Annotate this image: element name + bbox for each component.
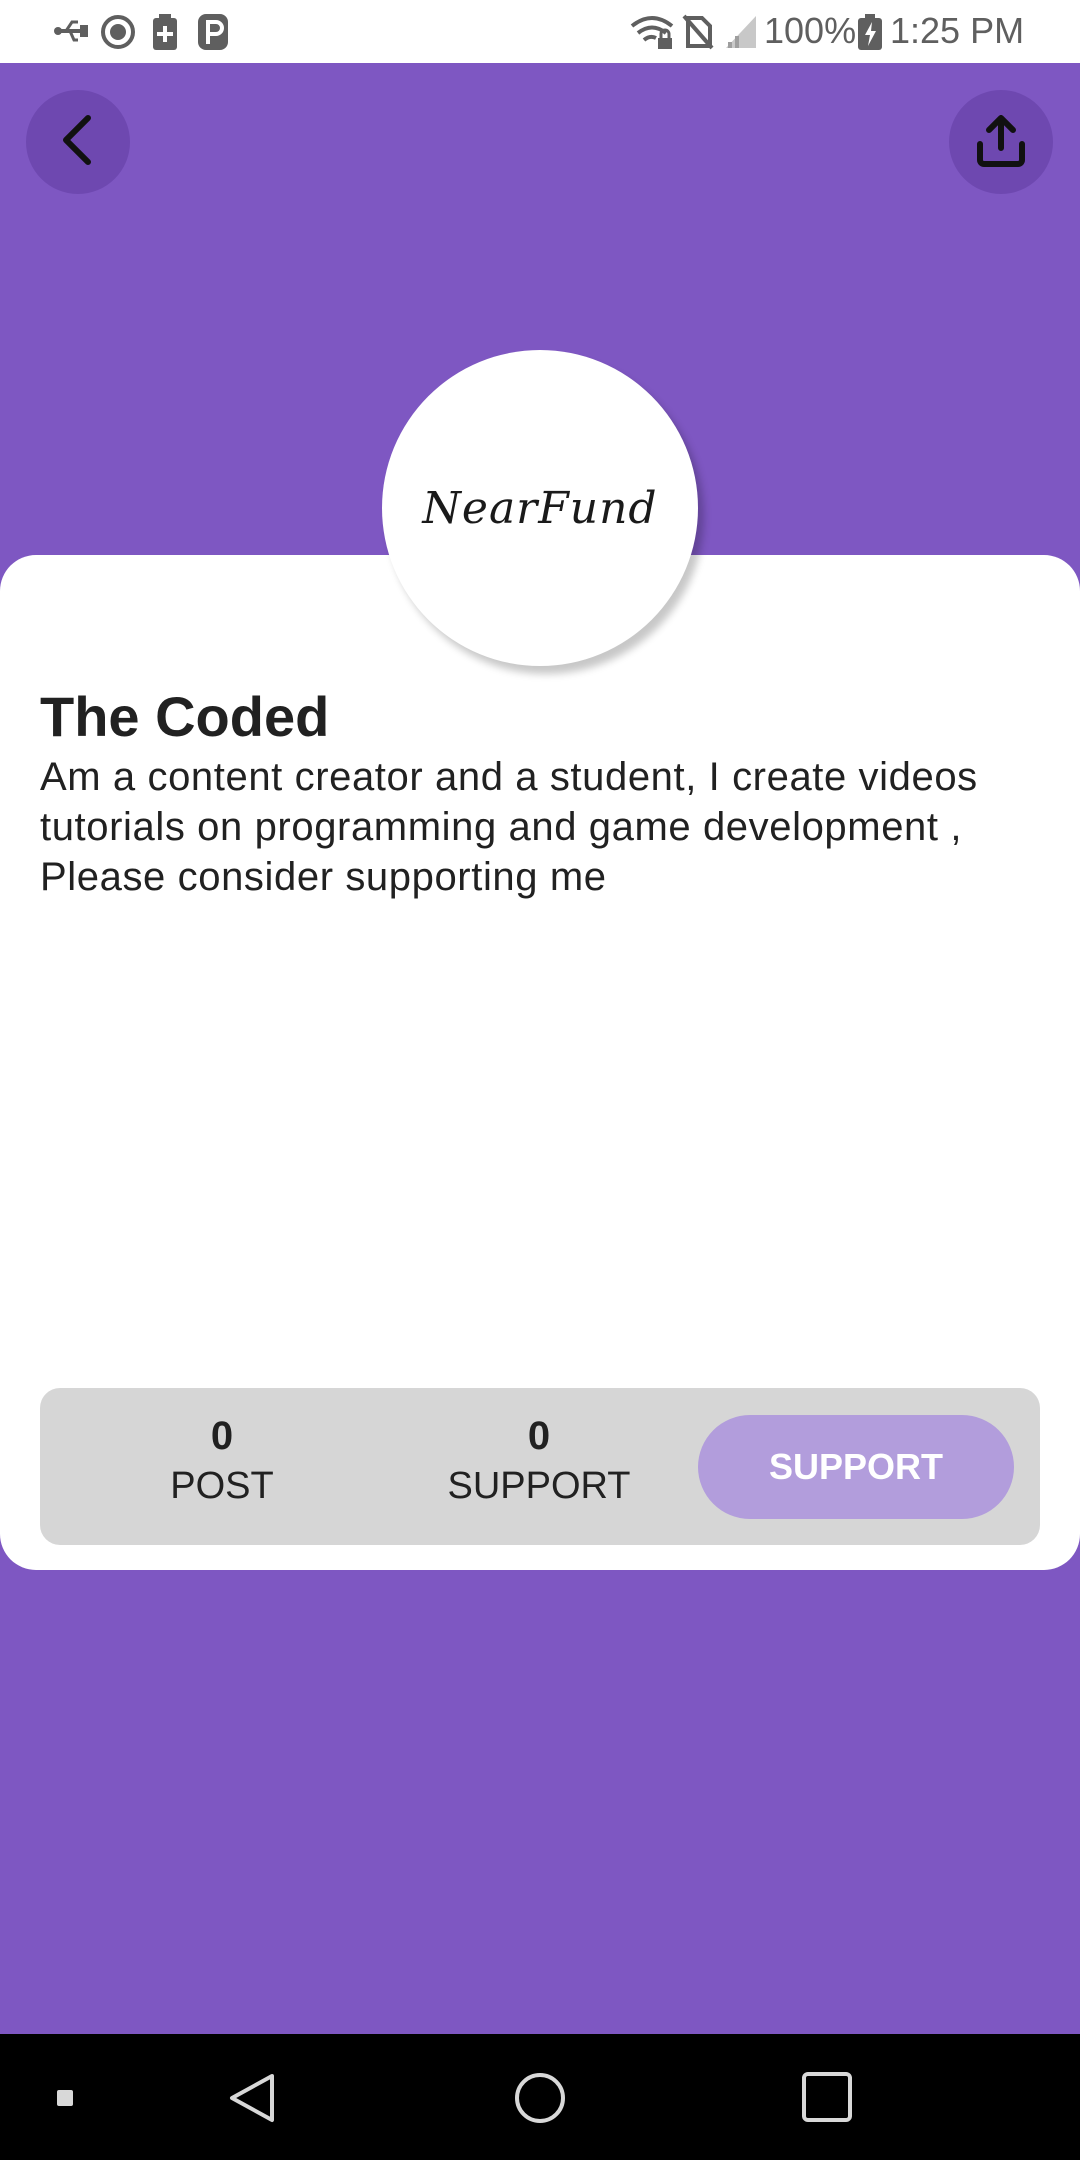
chevron-left-icon	[58, 112, 98, 173]
support-button[interactable]: SUPPORT	[698, 1415, 1014, 1519]
support-stat: 0 SUPPORT	[419, 1412, 659, 1512]
share-button[interactable]	[949, 90, 1053, 194]
usb-icon	[54, 14, 90, 53]
support-label: SUPPORT	[447, 1465, 631, 1507]
home-circle-icon[interactable]	[514, 2072, 566, 2129]
avatar: NearFund	[382, 350, 698, 666]
stats-bar: 0 POST 0 SUPPORT SUPPORT	[40, 1388, 1040, 1545]
recents-dot-icon[interactable]	[57, 2090, 73, 2111]
overview-square-icon[interactable]	[802, 2072, 852, 2127]
back-triangle-icon[interactable]	[228, 2072, 276, 2129]
wifi-lock-icon	[630, 14, 674, 55]
profile-name: The Coded	[40, 685, 330, 748]
post-label: POST	[170, 1465, 274, 1507]
back-button[interactable]	[26, 90, 130, 194]
profile-bio: Am a content creator and a student, I cr…	[40, 755, 978, 899]
navigation-bar	[0, 2034, 1080, 2160]
post-stat: 0 POST	[102, 1412, 342, 1512]
signal-icon	[724, 14, 758, 55]
android-debug-icon	[100, 14, 136, 55]
avatar-logo-text: NearFund	[422, 482, 658, 534]
battery-charging-icon	[858, 14, 882, 55]
battery-saver-icon	[152, 14, 178, 55]
support-count: 0	[527, 1414, 551, 1458]
battery-percent: 100%	[764, 10, 857, 51]
parking-icon	[198, 14, 228, 55]
post-count: 0	[210, 1414, 234, 1458]
status-time: 1:25 PM	[890, 10, 1025, 51]
no-sim-icon	[682, 14, 714, 55]
share-upload-icon	[975, 112, 1027, 173]
status-bar: 100% 1:25 PM	[0, 0, 1080, 63]
